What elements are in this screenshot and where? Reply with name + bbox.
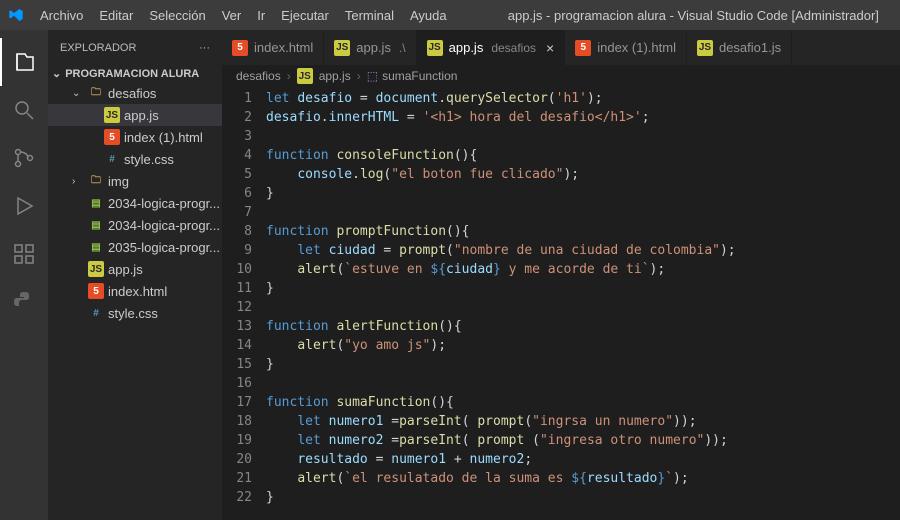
editor-tab[interactable]: 5 index.html — [222, 30, 324, 65]
explorer-icon[interactable] — [0, 38, 48, 86]
menu-edit[interactable]: Editar — [91, 8, 141, 23]
html-icon: 5 — [104, 129, 120, 145]
line-gutter: 12345678910111213141516171819202122 — [222, 87, 266, 520]
project-name: PROGRAMACION ALURA — [65, 68, 199, 80]
tree-item-label: 2035-logica-progr... — [108, 240, 220, 255]
menu-bar: Archivo Editar Selección Ver Ir Ejecutar… — [32, 8, 455, 23]
tab-suffix: .\ — [399, 41, 406, 55]
chevron-down-icon: ⌄ — [52, 67, 61, 80]
breadcrumb-folder[interactable]: desafios — [236, 69, 281, 83]
tree-item-label: app.js — [108, 262, 143, 277]
tab-label: index (1).html — [597, 40, 676, 55]
tab-label: index.html — [254, 40, 313, 55]
folder-icon: 🗀 — [88, 173, 104, 189]
html-icon: 5 — [232, 40, 248, 56]
menu-go[interactable]: Ir — [249, 8, 273, 23]
explorer-title: EXPLORADOR — [60, 42, 136, 54]
code-editor[interactable]: 12345678910111213141516171819202122 let … — [222, 87, 900, 520]
menu-help[interactable]: Ayuda — [402, 8, 455, 23]
js-icon: JS — [104, 107, 120, 123]
html-icon: 5 — [88, 283, 104, 299]
tree-item[interactable]: 5 index (1).html — [48, 126, 222, 148]
tree-item-label: index.html — [108, 284, 167, 299]
tree-item[interactable]: ▤ 2034-logica-progr... — [48, 192, 222, 214]
run-debug-icon[interactable] — [0, 182, 48, 230]
extensions-icon[interactable] — [0, 230, 48, 278]
file-tree: ⌄ 🗀 desafios JS app.js 5 index (1).html # style.… — [48, 82, 222, 324]
zip-icon: ▤ — [88, 217, 104, 233]
menu-run[interactable]: Ejecutar — [273, 8, 337, 23]
tree-item[interactable]: # style.css — [48, 148, 222, 170]
css-icon: # — [104, 151, 120, 167]
js-icon: JS — [427, 40, 443, 56]
breadcrumb-file[interactable]: app.js — [319, 69, 351, 83]
tree-item[interactable]: 5 index.html — [48, 280, 222, 302]
tree-item-label: desafios — [108, 86, 156, 101]
tab-label: app.js — [449, 40, 484, 55]
tree-item-label: app.js — [124, 108, 159, 123]
editor-tab[interactable]: JS app.js desafios × — [417, 30, 566, 65]
js-icon: JS — [297, 68, 313, 84]
search-icon[interactable] — [0, 86, 48, 134]
tree-item-label: index (1).html — [124, 130, 203, 145]
html-icon: 5 — [575, 40, 591, 56]
window-title: app.js - programacion alura - Visual Stu… — [455, 8, 892, 23]
tree-item[interactable]: ▤ 2034-logica-progr... — [48, 214, 222, 236]
tree-item-label: 2034-logica-progr... — [108, 218, 220, 233]
chevron-icon: › — [72, 176, 84, 187]
menu-selection[interactable]: Selección — [141, 8, 213, 23]
tree-item-label: img — [108, 174, 129, 189]
title-bar: Archivo Editar Selección Ver Ir Ejecutar… — [0, 0, 900, 30]
tree-item-label: style.css — [108, 306, 158, 321]
project-section[interactable]: ⌄ PROGRAMACION ALURA — [48, 65, 222, 82]
folder-icon: 🗀 — [88, 85, 104, 101]
editor-tab[interactable]: 5 index (1).html — [565, 30, 687, 65]
breadcrumbs[interactable]: desafios › JS app.js › ⬚ sumaFunction — [222, 65, 900, 87]
more-icon[interactable]: ··· — [199, 42, 210, 54]
zip-icon: ▤ — [88, 195, 104, 211]
chevron-right-icon: › — [287, 69, 291, 83]
tree-item[interactable]: ⌄ 🗀 desafios — [48, 82, 222, 104]
activity-bar — [0, 30, 48, 520]
tab-suffix: desafios — [491, 41, 536, 55]
vscode-icon — [8, 7, 24, 23]
tree-item[interactable]: JS app.js — [48, 104, 222, 126]
tab-label: app.js — [356, 40, 391, 55]
tab-label: desafio1.js — [719, 40, 781, 55]
python-icon[interactable] — [0, 278, 48, 326]
js-icon: JS — [697, 40, 713, 56]
tree-item[interactable]: › 🗀 img — [48, 170, 222, 192]
source-control-icon[interactable] — [0, 134, 48, 182]
editor-tabs: 5index.htmlJSapp.js.\JSapp.jsdesafios×5i… — [222, 30, 900, 65]
css-icon: # — [88, 305, 104, 321]
breadcrumb-symbol[interactable]: sumaFunction — [382, 69, 457, 83]
editor-tab[interactable]: JS desafio1.js — [687, 30, 792, 65]
js-icon: JS — [88, 261, 104, 277]
tree-item[interactable]: ▤ 2035-logica-progr... — [48, 236, 222, 258]
editor-area: 5index.htmlJSapp.js.\JSapp.jsdesafios×5i… — [222, 30, 900, 520]
close-icon[interactable]: × — [546, 40, 554, 56]
js-icon: JS — [334, 40, 350, 56]
menu-terminal[interactable]: Terminal — [337, 8, 402, 23]
code-content[interactable]: let desafio = document.querySelector('h1… — [266, 87, 900, 520]
editor-tab[interactable]: JS app.js .\ — [324, 30, 416, 65]
method-icon: ⬚ — [367, 69, 378, 83]
explorer-sidebar: EXPLORADOR ··· ⌄ PROGRAMACION ALURA ⌄ 🗀 de… — [48, 30, 222, 520]
tree-item[interactable]: # style.css — [48, 302, 222, 324]
tree-item[interactable]: JS app.js — [48, 258, 222, 280]
zip-icon: ▤ — [88, 239, 104, 255]
menu-view[interactable]: Ver — [214, 8, 250, 23]
menu-file[interactable]: Archivo — [32, 8, 91, 23]
chevron-right-icon: › — [357, 69, 361, 83]
tree-item-label: style.css — [124, 152, 174, 167]
tree-item-label: 2034-logica-progr... — [108, 196, 220, 211]
chevron-icon: ⌄ — [72, 88, 84, 99]
